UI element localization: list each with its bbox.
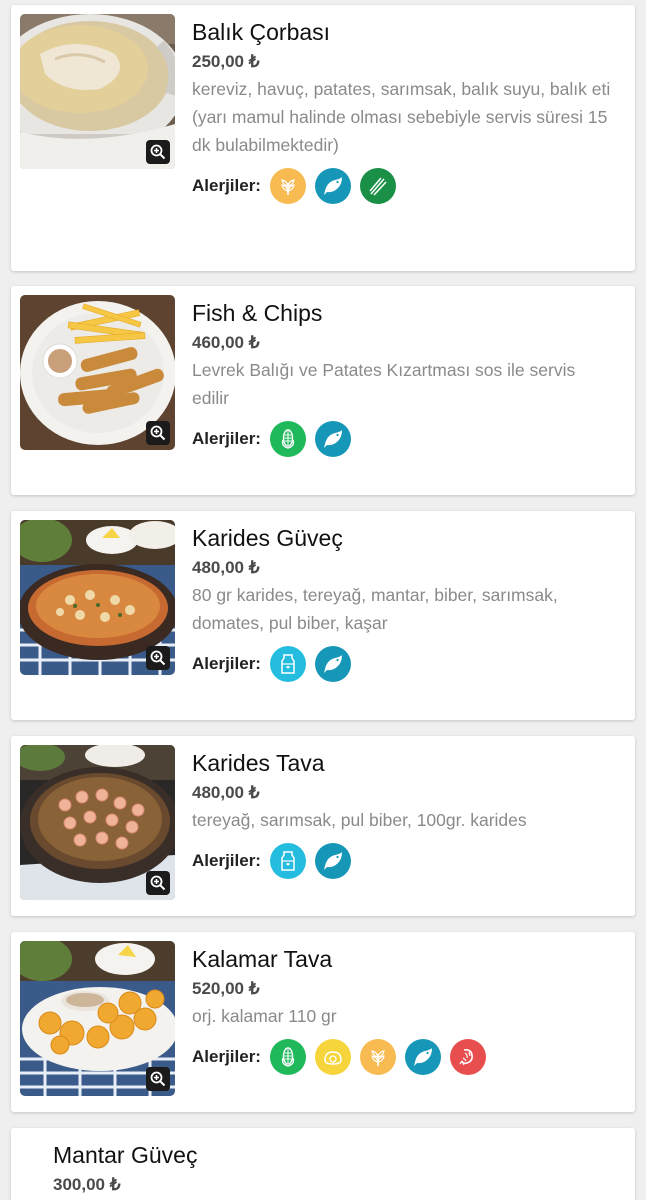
dish-description: Levrek Balığı ve Patates Kızartması sos … — [192, 360, 576, 408]
menu-item-card[interactable]: Karides Güveç 480,00 ₺ 80 gr karides, te… — [11, 511, 635, 720]
menu-item-card[interactable]: Karides Tava 480,00 ₺ tereyağ, sarımsak,… — [11, 736, 635, 916]
crustacean-icon[interactable] — [449, 1039, 486, 1075]
milk-icon[interactable] — [269, 843, 306, 879]
zoom-in-icon[interactable] — [146, 140, 170, 164]
dish-price: 480,00 ₺ — [192, 558, 260, 577]
menu-item-card[interactable]: Kalamar Tava 520,00 ₺ orj. kalamar 110 g… — [11, 932, 635, 1112]
dish-title: Balık Çorbası — [192, 19, 331, 45]
zoom-in-icon[interactable] — [146, 421, 170, 445]
zoom-in-icon[interactable] — [146, 871, 170, 895]
allergen-list: Alerjiler: — [192, 645, 617, 683]
fish-icon[interactable] — [404, 1039, 441, 1075]
zoom-in-icon[interactable] — [146, 1067, 170, 1091]
dish-image[interactable] — [20, 14, 175, 169]
dish-description: orj. kalamar 110 gr — [192, 1006, 337, 1026]
dish-price: 300,00 ₺ — [53, 1175, 121, 1194]
celery-icon[interactable] — [359, 168, 396, 204]
allergens-label: Alerjiler: — [192, 429, 261, 448]
dish-price: 250,00 ₺ — [192, 52, 260, 71]
allergens-label: Alerjiler: — [192, 176, 261, 195]
dish-image[interactable] — [20, 295, 175, 450]
allergen-list: Alerjiler: — [192, 167, 617, 205]
dish-title: Fish & Chips — [192, 300, 323, 326]
dish-title: Kalamar Tava — [192, 946, 333, 972]
fish-icon[interactable] — [314, 421, 351, 457]
dish-image[interactable] — [20, 520, 175, 675]
allergens-label: Alerjiler: — [192, 654, 261, 673]
dish-title: Karides Güveç — [192, 525, 343, 551]
dish-description: 80 gr karides, tereyağ, mantar, biber, s… — [192, 585, 558, 633]
allergens-label: Alerjiler: — [192, 851, 261, 870]
dish-price: 480,00 ₺ — [192, 783, 260, 802]
allergen-list: Alerjiler: — [192, 1038, 617, 1076]
dish-title: Karides Tava — [192, 750, 325, 776]
fish-icon[interactable] — [314, 646, 351, 682]
allergen-list: Alerjiler: — [192, 420, 617, 458]
dish-title: Mantar Güveç — [53, 1142, 198, 1168]
dish-note: (yarı mamul halinde olması sebebiyle ser… — [192, 107, 608, 155]
menu-item-card[interactable]: Balık Çorbası 250,00 ₺ kereviz, havuç, p… — [11, 5, 635, 271]
corn-icon[interactable] — [269, 421, 306, 457]
fish-icon[interactable] — [314, 168, 351, 204]
wheat-icon[interactable] — [269, 168, 306, 204]
milk-icon[interactable] — [269, 646, 306, 682]
dish-image[interactable] — [20, 941, 175, 1096]
dish-image[interactable] — [20, 745, 175, 900]
zoom-in-icon[interactable] — [146, 646, 170, 670]
dish-price: 460,00 ₺ — [192, 333, 260, 352]
dish-description: tereyağ, sarımsak, pul biber, 100gr. kar… — [192, 810, 527, 830]
dish-price: 520,00 ₺ — [192, 979, 260, 998]
egg-icon[interactable] — [314, 1039, 351, 1075]
corn-icon[interactable] — [269, 1039, 306, 1075]
menu-item-card[interactable]: Mantar Güveç 300,00 ₺ — [11, 1128, 635, 1200]
dish-description: kereviz, havuç, patates, sarımsak, balık… — [192, 79, 611, 99]
menu-item-card[interactable]: Fish & Chips 460,00 ₺ Levrek Balığı ve P… — [11, 286, 635, 495]
allergens-label: Alerjiler: — [192, 1047, 261, 1066]
wheat-icon[interactable] — [359, 1039, 396, 1075]
allergen-list: Alerjiler: — [192, 842, 617, 880]
fish-icon[interactable] — [314, 843, 351, 879]
